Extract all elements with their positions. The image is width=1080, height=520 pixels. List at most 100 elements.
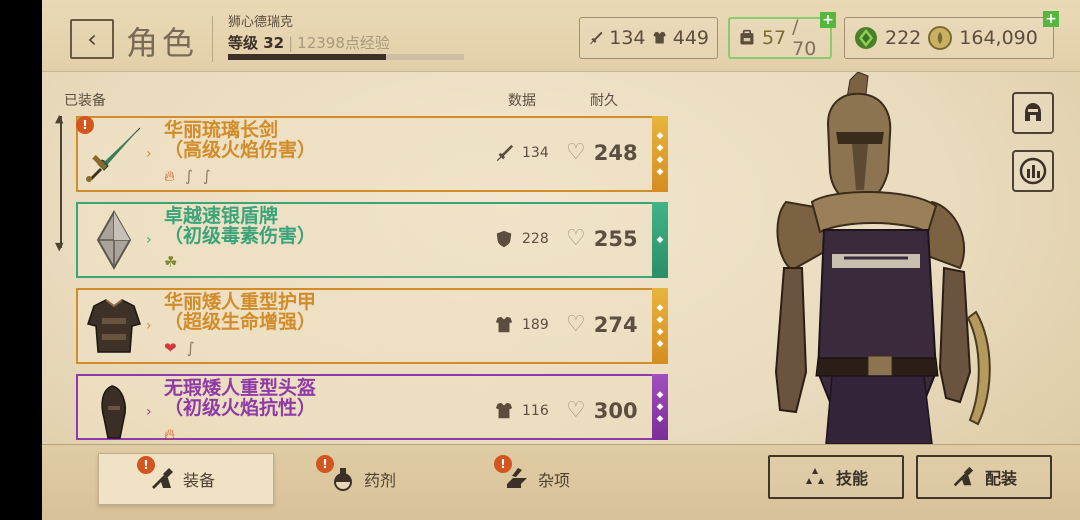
column-data: 数据 (508, 93, 536, 109)
bottom-bar: ! 装备 ! 药剂 ! 杂项 技能 配装 (42, 444, 1080, 520)
chevron-right-icon: › (146, 232, 152, 248)
warning-badge: ! (76, 116, 94, 134)
heart-icon: ♡ (566, 312, 586, 337)
top-bar: ‹ 角色 狮心德瑞克 等级 32 | 12398点经验 134 449 57 /… (42, 0, 1080, 72)
backpack-icon (740, 29, 754, 45)
fire-icon: 🔥︎ (164, 425, 176, 443)
stats-chart-icon (1019, 157, 1047, 185)
warning-badge: ! (316, 455, 334, 473)
armor-thumbnail (82, 294, 146, 358)
page-title: 角色 (126, 24, 199, 62)
bag-current: 57 (761, 27, 787, 49)
level-row: 等级 32 | 12398点经验 (228, 34, 390, 52)
column-durability: 耐久 (590, 93, 618, 109)
gold-coin-icon (928, 26, 953, 50)
skills-button[interactable]: 技能 (768, 455, 904, 499)
loadout-icon (953, 466, 974, 487)
helmet-toggle-button[interactable] (1012, 92, 1054, 134)
scrollbar[interactable] (60, 116, 62, 248)
inventory-capacity[interactable]: 57 / 70 + (728, 12, 836, 60)
empty-slot-icon: ∫ (185, 167, 193, 185)
item-durability: ♡ 248 (566, 140, 638, 165)
item-stat-value: 134 (522, 145, 549, 161)
equipment-item-armor[interactable]: › 华丽矮人重型护甲 （超级生命增强） ❤ ∫ 189 ♡ 274 ◆ ◆ ◆ ◆ (76, 288, 668, 364)
scroll-up-icon: ▲ (55, 112, 64, 125)
sword-icon (496, 144, 514, 162)
item-stat-value: 189 (522, 317, 549, 333)
gems-value: 222 (885, 27, 922, 49)
item-name: 华丽矮人重型护甲 (164, 291, 317, 313)
item-stat-value: 228 (522, 231, 549, 247)
rarity-rail: ◆ ◆ ◆ ◆ (652, 116, 668, 192)
item-enchant: （超级生命增强） (164, 311, 317, 333)
armor-icon (495, 402, 513, 419)
equipped-label: 已装备 (64, 93, 106, 109)
tab-equipment-label: 装备 (183, 471, 216, 490)
item-stat: 116 (494, 401, 549, 421)
item-durability: ♡ 300 (566, 398, 638, 423)
tab-misc[interactable]: ! 杂项 (494, 453, 614, 505)
helmet-thumbnail (82, 380, 146, 444)
equipment-item-sword[interactable]: ! › 华丽琉璃长剑 （高级火焰伤害） 🔥︎ ∫ ∫ 134 ♡ 248 ◆ ◆ ◆… (76, 116, 668, 192)
equipment-item-shield[interactable]: › 卓越速银盾牌 （初级毒素伤害） ☘ 228 ♡ 255 ◆ (76, 202, 668, 278)
character-model[interactable] (732, 71, 1022, 445)
rarity-rail: ◆ (652, 202, 668, 278)
durability-value: 248 (593, 140, 638, 165)
item-name: 卓越速银盾牌 (164, 205, 279, 227)
shield-icon (496, 230, 512, 248)
durability-value: 274 (593, 312, 638, 337)
scroll-down-icon: ▼ (55, 240, 64, 253)
item-name: 无瑕矮人重型头盔 (164, 377, 317, 399)
durability-value: 300 (593, 398, 638, 423)
item-name: 华丽琉璃长剑 (164, 119, 279, 141)
tab-misc-label: 杂项 (538, 471, 571, 490)
item-perks: ☘ (164, 253, 177, 271)
level-label: 等级 32 (228, 34, 285, 52)
item-stat: 134 (494, 143, 549, 163)
character-screen: ‹ 角色 狮心德瑞克 等级 32 | 12398点经验 134 449 57 /… (42, 0, 1080, 520)
chevron-right-icon: › (146, 404, 152, 420)
chevron-left-icon: ‹ (87, 25, 97, 53)
stats-button[interactable] (1012, 150, 1054, 192)
item-enchant: （初级毒素伤害） (164, 225, 317, 247)
character-name: 狮心德瑞克 (228, 15, 294, 30)
chevron-right-icon: › (146, 318, 152, 334)
armor-icon (652, 31, 666, 44)
gold-value: 164,090 (959, 27, 1038, 49)
item-stat: 228 (494, 229, 549, 249)
combat-stats[interactable]: 134 449 (579, 17, 718, 59)
tab-potions[interactable]: ! 药剂 (316, 453, 440, 505)
item-stat-value: 116 (522, 403, 549, 419)
attack-value: 134 (609, 27, 646, 49)
xp-label: 12398点经验 (297, 34, 390, 52)
fire-icon: 🔥︎ (164, 167, 176, 185)
add-capacity-button[interactable]: + (820, 12, 836, 28)
xp-progress-fill (228, 54, 387, 60)
loadout-button[interactable]: 配装 (916, 455, 1052, 499)
add-currency-button[interactable]: + (1043, 11, 1059, 27)
loadout-label: 配装 (984, 469, 1017, 488)
bag-max: / 70 (792, 16, 817, 60)
heart-perk-icon: ❤ (164, 339, 177, 357)
warning-badge: ! (137, 456, 155, 474)
empty-slot-icon: ∫ (186, 339, 195, 357)
item-enchant: （高级火焰伤害） (164, 139, 317, 161)
helmet-icon (1025, 103, 1041, 121)
rarity-rail: ◆ ◆ ◆ (652, 374, 668, 440)
potion-icon (334, 468, 352, 491)
armor-icon (495, 316, 513, 333)
item-stat: 189 (494, 315, 549, 335)
xp-progress-bar (228, 54, 464, 60)
skills-label: 技能 (835, 469, 868, 488)
shield-thumbnail (82, 208, 146, 272)
warning-badge: ! (494, 455, 512, 473)
tab-equipment[interactable]: ! 装备 (98, 453, 274, 505)
currency-display[interactable]: 222 164,090 + (844, 11, 1059, 59)
sword-icon (590, 31, 603, 45)
back-button[interactable]: ‹ (70, 19, 114, 59)
durability-value: 255 (593, 226, 638, 251)
gem-icon (855, 27, 877, 49)
poison-icon: ☘ (164, 253, 178, 271)
equipment-item-helmet[interactable]: › 无瑕矮人重型头盔 （初级火焰抗性） 🔥︎ 116 ♡ 300 ◆ ◆ ◆ (76, 374, 668, 443)
item-perks: ❤ ∫ (164, 339, 194, 357)
